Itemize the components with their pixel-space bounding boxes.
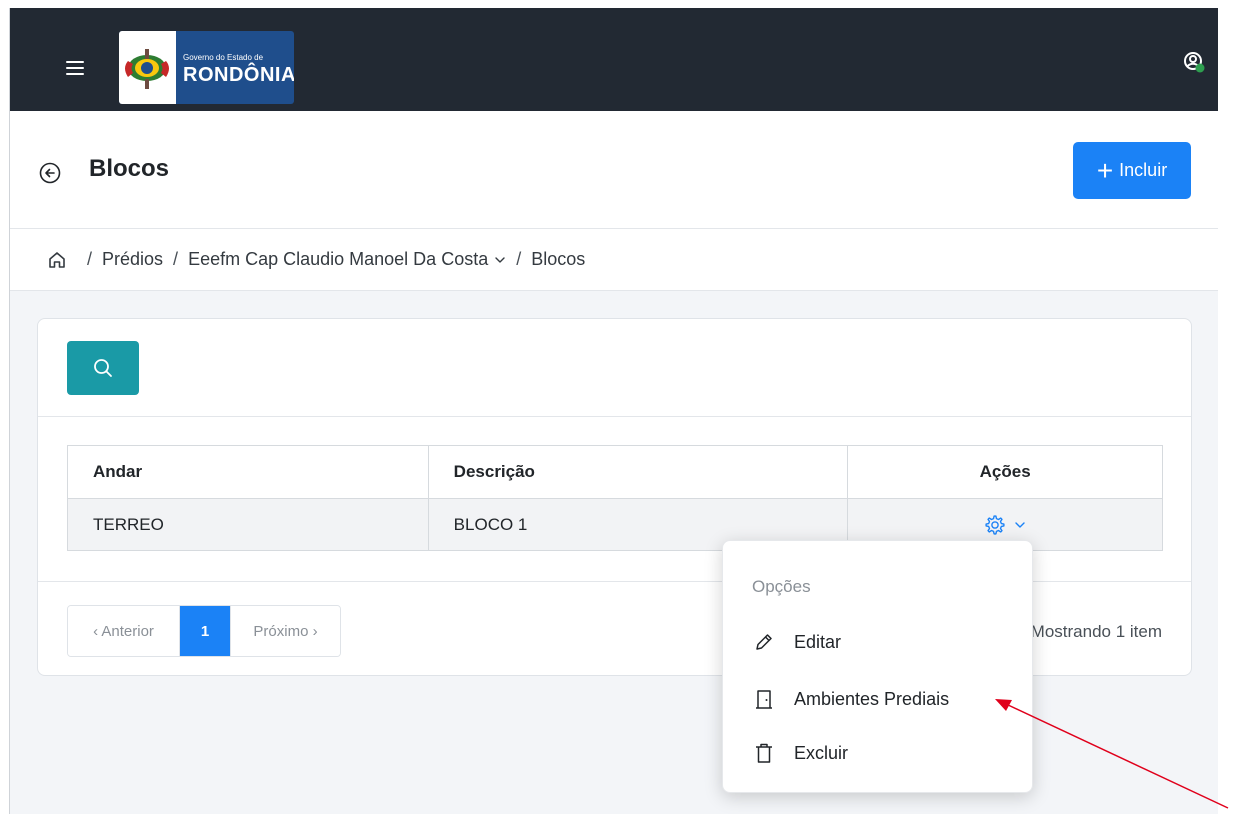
gear-icon [985,514,1005,535]
column-header-acoes: Ações [847,445,1163,499]
breadcrumb-blocos: Blocos [531,249,586,269]
breadcrumb-building-name[interactable]: Eeefm Cap Claudio Manoel Da Costa [188,249,488,270]
menu-item-label: Ambientes Prediais [794,688,950,709]
actions-dropdown-toggle[interactable] [984,514,1026,536]
window-top-edge [0,0,1240,8]
page-title: Blocos [89,155,170,182]
window-left-edge [0,8,10,814]
coat-of-arms-icon [119,31,176,104]
logo-title: RONDÔNIA [183,64,294,86]
card-header [38,319,1191,417]
chevron-down-icon[interactable] [494,254,506,266]
breadcrumb: / Prédios / Eeefm Cap Claudio Manoel Da … [10,229,1218,291]
dropdown-header: Opções [752,577,811,596]
cell-andar: TERREO [67,498,429,551]
logo-subtitle: Governo do Estado de [183,53,264,62]
breadcrumb-separator: / [516,249,522,269]
pencil-icon [756,634,772,650]
breadcrumb-separator: / [87,249,93,269]
search-icon [94,359,112,377]
chevron-down-icon [1015,521,1025,528]
column-header-descricao[interactable]: Descrição [427,445,849,499]
top-navbar: Governo do Estado de RONDÔNIA [10,8,1218,111]
menu-item-label: Editar [794,631,842,652]
table-header-row: Andar Descrição Ações [67,445,1163,499]
back-arrow-icon[interactable] [39,162,61,184]
column-header-andar[interactable]: Andar [67,445,429,499]
items-count-text: Mostrando 1 item [1030,622,1162,641]
door-icon [756,690,772,709]
pagination: ‹ Anterior 1 Próximo › [67,605,341,657]
pagination-previous-button[interactable]: ‹ Anterior [68,606,180,656]
home-icon[interactable] [47,250,67,270]
menu-item-label: Excluir [794,742,849,763]
actions-dropdown-menu: Opções Editar Ambientes Prediais Excluir [722,540,1033,793]
breadcrumb-predios[interactable]: Prédios [102,249,163,270]
menu-item-excluir[interactable]: Excluir [723,732,1032,774]
pagination-page-1[interactable]: 1 [180,606,230,656]
blocks-table: Andar Descrição Ações TERREO BLOCO 1 [67,445,1163,551]
user-profile-icon[interactable] [1182,50,1206,74]
pagination-next-button[interactable]: Próximo › [230,606,340,656]
plus-icon: + [1096,154,1114,186]
search-button[interactable] [67,341,139,395]
menu-item-editar[interactable]: Editar [723,621,1032,663]
include-button[interactable]: + Incluir [1073,142,1191,199]
trash-icon [756,743,772,763]
government-logo[interactable]: Governo do Estado de RONDÔNIA [119,31,294,104]
menu-icon[interactable] [66,61,84,75]
breadcrumb-separator: / [173,249,179,269]
menu-item-ambientes-prediais[interactable]: Ambientes Prediais [723,678,1032,720]
page-header: Blocos + Incluir [10,111,1218,229]
include-button-label: Incluir [1119,160,1168,180]
